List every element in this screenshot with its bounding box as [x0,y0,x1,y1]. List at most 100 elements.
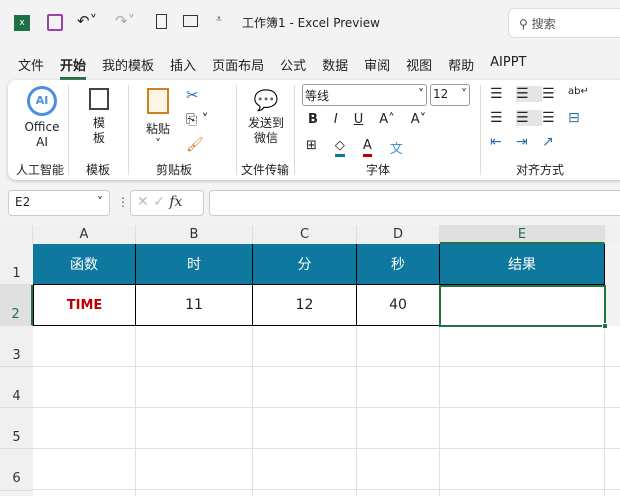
chevron-down-icon: ˅ [418,87,424,101]
undo-icon[interactable]: ↶˅ [77,12,97,30]
name-box-value: E2 [15,195,31,209]
row-header-4[interactable]: 4 [0,367,33,408]
copy-icon[interactable]: ⎘ ˅ [186,112,209,128]
increase-font-icon[interactable]: A˄ [379,112,394,127]
align-bottom-icon[interactable]: ☰ [542,86,568,102]
tab-review[interactable]: 审阅 [364,55,390,80]
select-all-button[interactable] [0,225,33,244]
cut-icon[interactable]: ✂ [186,86,199,104]
cell-b1[interactable]: 时 [136,244,253,285]
decrease-font-icon[interactable]: A˅ [411,112,426,127]
column-header-c[interactable]: C [253,225,357,244]
group-label-clipboard: 剪贴板 [156,163,193,177]
wrap-text-icon[interactable]: ab↵ [568,86,594,102]
paste-label: 粘贴 [145,122,170,136]
fill-color-icon[interactable]: ◇ [334,138,345,157]
search-box[interactable]: ⚲ 搜索 [508,8,620,38]
tab-formulas[interactable]: 公式 [280,55,306,80]
chevron-down-icon: ˅ [97,195,103,209]
column-header-b[interactable]: B [136,225,253,244]
font-name-value: 等线 [305,89,330,103]
align-top-icon[interactable]: ☰ [490,86,516,102]
name-box[interactable]: E2 ˅ [8,190,110,216]
redo-icon[interactable]: ↷˅ [115,12,135,30]
fx-button[interactable]: fx [169,194,182,210]
ribbon-tabs: 文件 开始 我的模板 插入 页面布局 公式 数据 审阅 视图 帮助 AIPPT [18,55,527,80]
borders-icon[interactable]: ⊞ [306,138,317,157]
group-label-alignment: 对齐方式 [516,163,565,177]
underline-icon[interactable]: U [354,112,364,127]
send-wechat-button[interactable]: 💬 发送到微信 [248,82,284,146]
cell-d1[interactable]: 秒 [357,244,440,285]
cell-c2[interactable]: 12 [253,285,357,326]
font-format-row: B I U A˄ A˅ [308,112,426,127]
tab-page-layout[interactable]: 页面布局 [212,55,264,80]
group-label-file-transfer: 文件传输 [241,163,290,177]
column-header-d[interactable]: D [357,225,440,244]
row-header-3[interactable]: 3 [0,326,33,367]
increase-indent-icon[interactable]: ⇥ [516,134,542,150]
customize-qat-icon[interactable]: ⩡ [216,14,222,25]
row-header-2[interactable]: 2 [0,285,33,326]
format-painter-icon[interactable]: 🖌 [186,137,204,153]
align-left-icon[interactable]: ☰ [490,110,516,126]
row-header-5[interactable]: 5 [0,408,33,449]
decrease-indent-icon[interactable]: ⇤ [490,134,516,150]
office-ai-button[interactable]: AI Office AI [22,82,62,150]
row-header-6[interactable]: 6 [0,449,33,491]
align-center-icon[interactable]: ☰ [516,110,542,126]
alignment-grid: ☰ ☰ ☰ ab↵ ☰ ☰ ☰ ⊟ ⇤ ⇥ ↗ [490,86,594,150]
tab-help[interactable]: 帮助 [448,55,474,80]
tab-view[interactable]: 视图 [406,55,432,80]
phonetic-icon[interactable]: 文 [390,138,403,157]
office-ai-label: Office AI [24,120,60,149]
orientation-icon[interactable]: ↗ [542,134,568,150]
tab-home[interactable]: 开始 [60,55,87,80]
column-header-e[interactable]: E [440,225,605,244]
template-label: 模板 [92,116,105,145]
align-middle-icon[interactable]: ☰ [516,86,542,102]
italic-icon[interactable]: I [334,112,338,127]
more-icon[interactable]: ⋮ [117,195,129,209]
window-title: 工作簿1 - Excel Preview [242,16,380,30]
cell-a1[interactable]: 函数 [33,244,136,285]
bold-icon[interactable]: B [308,112,318,127]
excel-logo-icon: x [14,15,30,31]
template-icon [89,88,109,110]
align-right-icon[interactable]: ☰ [542,110,568,126]
wechat-icon: 💬 [253,88,279,112]
cell-b2[interactable]: 11 [136,285,253,326]
cancel-icon[interactable]: ✕ [137,194,149,210]
column-header-a[interactable]: A [33,225,136,244]
template-button[interactable]: 模板 [86,82,112,146]
cell-c1[interactable]: 分 [253,244,357,285]
group-label-font: 字体 [366,163,391,177]
tab-file[interactable]: 文件 [18,55,44,80]
cell-e1[interactable]: 结果 [440,244,605,285]
font-color-row: ⊞ ◇ A 文 [306,138,403,157]
tab-insert[interactable]: 插入 [170,55,196,80]
save-icon[interactable] [47,14,63,31]
cell-e2-selected[interactable] [439,285,606,327]
tab-my-templates[interactable]: 我的模板 [102,55,154,80]
empty-cells[interactable] [33,326,620,496]
merge-icon[interactable]: ⊟ [568,110,594,126]
formula-input[interactable] [209,190,620,216]
tab-data[interactable]: 数据 [322,55,348,80]
tab-aippt[interactable]: AIPPT [490,55,526,80]
paste-icon [147,88,169,114]
cell-d2[interactable]: 40 [357,285,440,326]
font-size-select[interactable]: 12 ˅ [430,84,470,106]
fill-handle[interactable] [602,323,608,329]
font-name-select[interactable]: 等线 ˅ [302,84,427,106]
paste-chevron-icon: ˅ [155,137,161,151]
new-file-icon[interactable] [156,14,167,29]
paste-button[interactable]: 粘贴 ˅ [142,82,174,151]
row-header-1[interactable]: 1 [0,244,33,285]
group-label-ai: 人工智能 [16,163,65,177]
cell-a2[interactable]: TIME [33,285,136,326]
font-color-icon[interactable]: A [362,138,372,157]
group-label-template: 模板 [86,163,111,177]
enter-icon[interactable]: ✓ [153,194,165,210]
open-folder-icon[interactable] [183,15,198,27]
